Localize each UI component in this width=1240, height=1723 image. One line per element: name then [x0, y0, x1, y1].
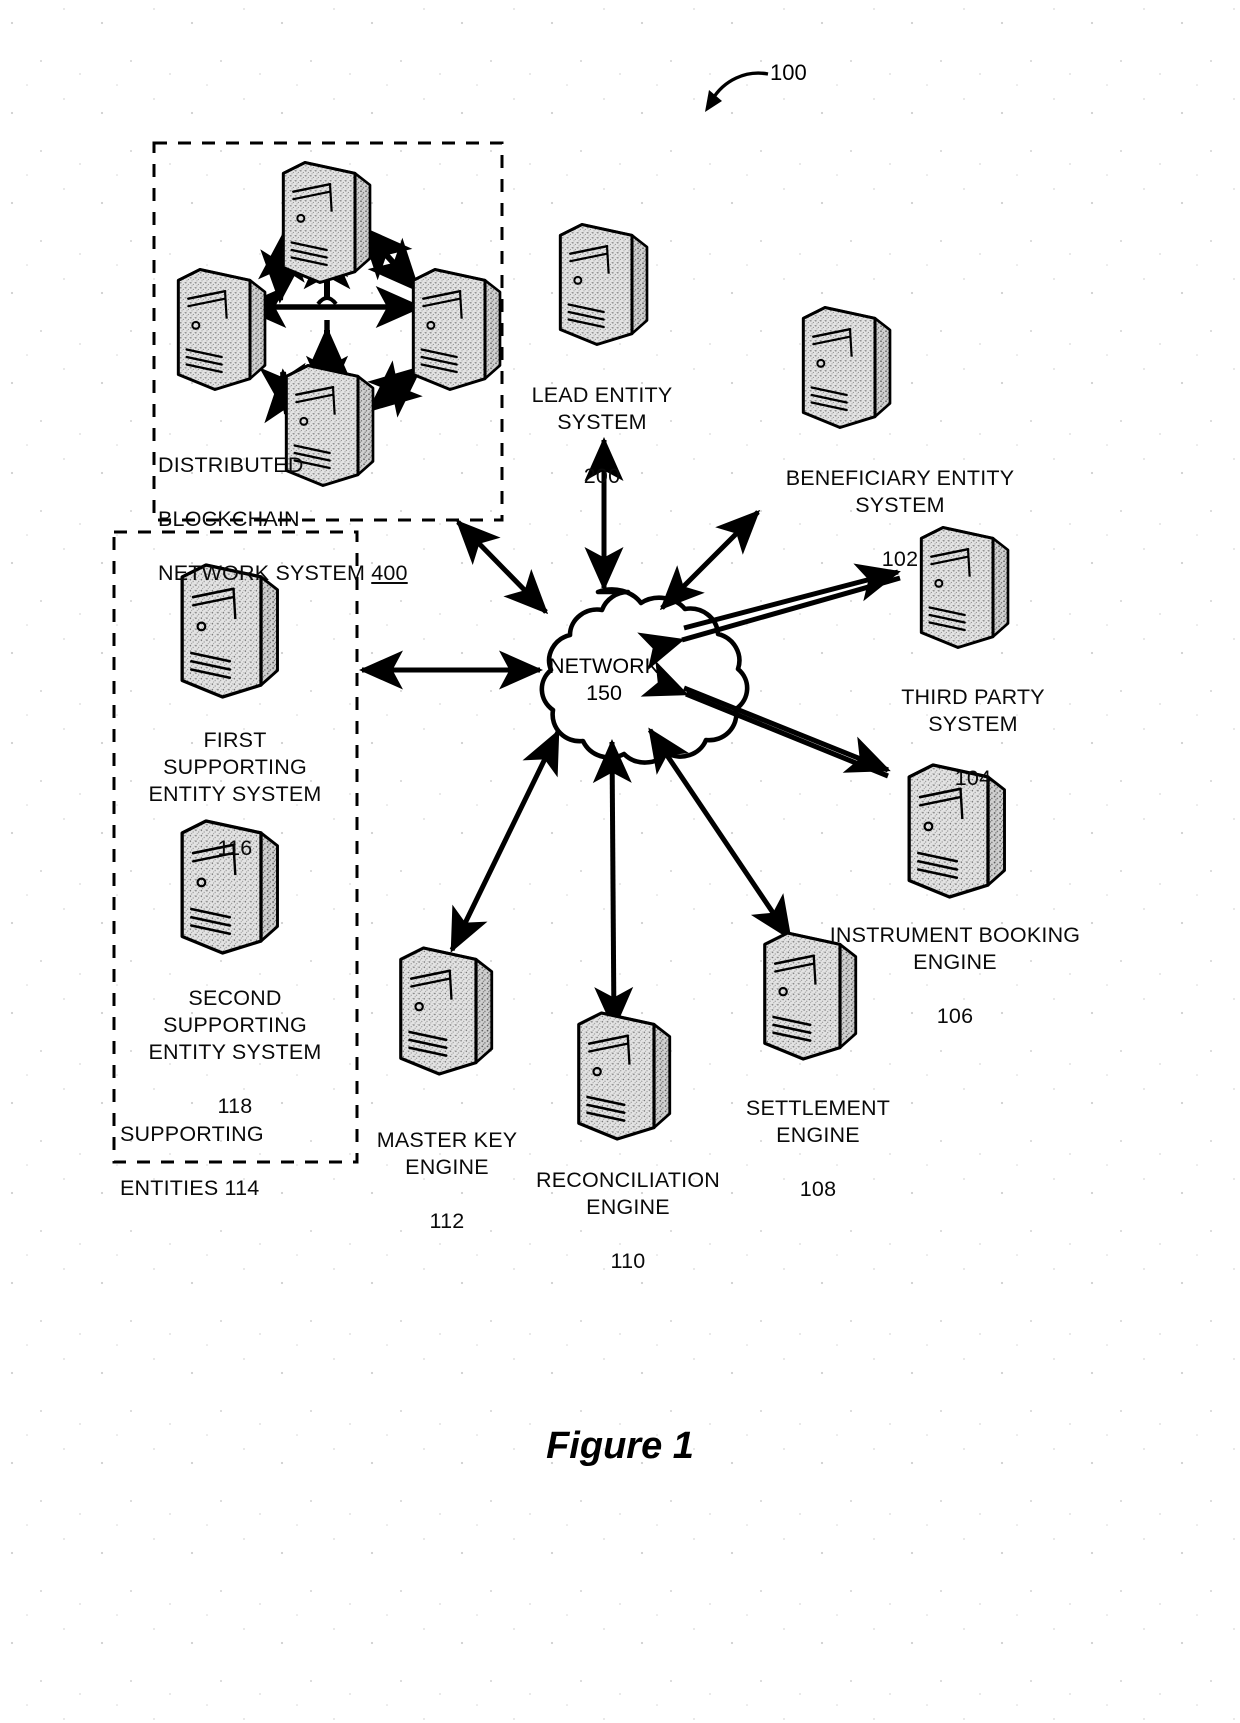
label-settlement-engine-numeral: 108 — [799, 1177, 837, 1201]
server-master-key-engine — [399, 946, 494, 1076]
group-label-line-1: DISTRIBUTED — [158, 453, 304, 477]
group-label-line-3: NETWORK SYSTEM 400 — [158, 561, 408, 585]
label-master-key-engine-name: MASTER KEY ENGINE — [376, 1128, 518, 1179]
label-reconciliation-engine-name: RECONCILIATION ENGINE — [536, 1168, 720, 1219]
blockchain-node-top — [281, 161, 372, 284]
network-name: NETWORK — [549, 654, 659, 678]
network-numeral: 150 — [586, 681, 622, 705]
label-lead-entity-system: LEAD ENTITY SYSTEM 200 — [502, 355, 702, 517]
label-lead-entity-system-numeral: 200 — [583, 464, 621, 488]
label-third-party-system-numeral: 104 — [954, 766, 992, 790]
label-second-supporting-entity-system-numeral: 118 — [217, 1094, 253, 1118]
label-first-supporting-entity-system-name: FIRST SUPPORTING ENTITY SYSTEM — [148, 728, 322, 806]
label-instrument-booking-engine-name: INSTRUMENT BOOKING ENGINE — [829, 923, 1081, 974]
server-beneficiary-entity-system — [801, 306, 892, 429]
label-reconciliation-engine: RECONCILIATION ENGINE 110 — [523, 1140, 733, 1302]
blockchain-node-right — [411, 268, 502, 391]
label-beneficiary-entity-system-numeral: 102 — [881, 547, 919, 571]
label-reconciliation-engine-numeral: 110 — [610, 1249, 646, 1273]
label-instrument-booking-engine-numeral: 106 — [936, 1004, 974, 1028]
group-label-line-2: BLOCKCHAIN — [158, 507, 300, 531]
label-first-supporting-entity-system-numeral: 116 — [217, 836, 253, 860]
supporting-entities-line-2: ENTITIES 114 — [120, 1176, 260, 1200]
label-master-key-engine: MASTER KEY ENGINE 112 — [352, 1100, 542, 1262]
label-settlement-engine: SETTLEMENT ENGINE 108 — [718, 1068, 918, 1230]
label-instrument-booking-engine: INSTRUMENT BOOKING ENGINE 106 — [820, 895, 1090, 1057]
reference-numeral-100: 100 — [770, 60, 807, 85]
label-third-party-system: THIRD PARTY SYSTEM 104 — [868, 657, 1078, 819]
group-numeral-400: 400 — [371, 561, 408, 585]
label-lead-entity-system-name: LEAD ENTITY SYSTEM — [531, 383, 673, 434]
label-second-supporting-entity-system: SECOND SUPPORTING ENTITY SYSTEM 118 — [122, 958, 348, 1147]
label-beneficiary-entity-system-name: BENEFICIARY ENTITY SYSTEM — [785, 466, 1015, 517]
label-second-supporting-entity-system-name: SECOND SUPPORTING ENTITY SYSTEM — [148, 986, 322, 1064]
server-lead-entity-system — [558, 223, 649, 346]
network-cloud-label: NETWORK 150 — [524, 653, 684, 707]
label-master-key-engine-numeral: 112 — [429, 1209, 465, 1233]
blockchain-node-left — [176, 268, 267, 391]
label-beneficiary-entity-system: BENEFICIARY ENTITY SYSTEM 102 — [730, 438, 1070, 600]
figure-caption: Figure 1 — [546, 1425, 694, 1467]
group-label-distributed-blockchain-network-system: DISTRIBUTED BLOCKCHAIN NETWORK SYSTEM 40… — [158, 425, 488, 614]
label-settlement-engine-name: SETTLEMENT ENGINE — [745, 1096, 891, 1147]
label-first-supporting-entity-system: FIRST SUPPORTING ENTITY SYSTEM 116 — [122, 700, 348, 889]
patent-figure-canvas: 100 DISTRIBUTED BLOCKCHAIN NETWORK SYSTE… — [0, 0, 1240, 1723]
server-reconciliation-engine — [577, 1011, 672, 1141]
label-third-party-system-name: THIRD PARTY SYSTEM — [901, 685, 1045, 736]
